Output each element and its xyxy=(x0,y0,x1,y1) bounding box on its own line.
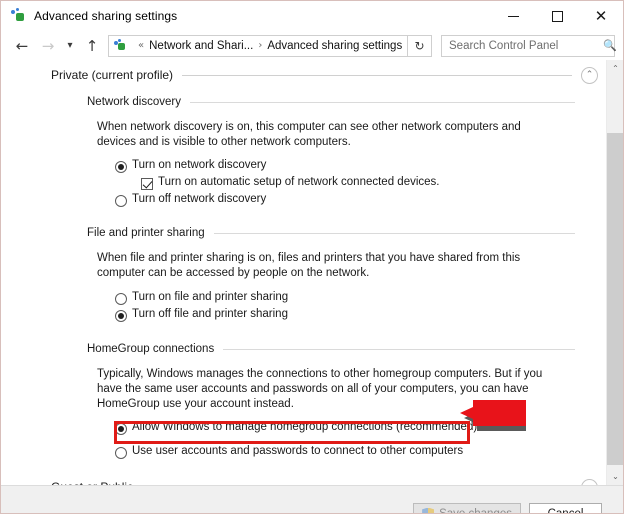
network-icon xyxy=(114,38,128,53)
up-button[interactable]: ↑ xyxy=(79,34,105,58)
vertical-scrollbar[interactable]: ⌃ ⌄ xyxy=(606,60,623,485)
cancel-label: Cancel xyxy=(547,508,584,514)
radio-indicator[interactable] xyxy=(115,293,127,305)
search-input[interactable] xyxy=(442,39,603,52)
radio-turn-off-file-and-printer-sharing[interactable]: Turn off file and printer sharing xyxy=(1,308,606,325)
radio-indicator[interactable] xyxy=(115,161,127,173)
radio-turn-on-file-and-printer-sharing[interactable]: Turn on file and printer sharing xyxy=(1,291,606,308)
advanced-sharing-settings-window: Advanced sharing settings ✕ ← → ▾ ↑ « Ne… xyxy=(0,0,624,514)
radio-indicator[interactable] xyxy=(115,447,127,459)
save-changes-label: Save changes xyxy=(439,508,512,514)
recent-locations-button[interactable]: ▾ xyxy=(61,34,79,58)
title-bar: Advanced sharing settings ✕ xyxy=(1,1,623,31)
minimize-button[interactable] xyxy=(491,1,535,31)
navigation-bar: ← → ▾ ↑ « Network and Shari... › Advance… xyxy=(1,31,623,60)
cancel-button[interactable]: Cancel xyxy=(529,502,602,514)
divider xyxy=(223,348,575,350)
minimize-icon xyxy=(507,15,519,17)
breadcrumb-item-network-and-sharing[interactable]: Network and Shari... xyxy=(149,40,253,52)
forward-button[interactable]: → xyxy=(35,34,61,58)
option-label: Turn off file and printer sharing xyxy=(132,308,288,320)
close-icon: ✕ xyxy=(594,6,608,25)
maximize-icon xyxy=(551,10,563,22)
divider xyxy=(189,101,575,103)
breadcrumb-prefix: « xyxy=(138,40,145,51)
option-label: Turn off network discovery xyxy=(132,193,267,205)
checkbox-indicator[interactable] xyxy=(141,178,153,190)
network-icon xyxy=(11,8,27,24)
search-box[interactable]: 🔍 xyxy=(441,34,617,57)
section-header-guest-or-public[interactable]: Guest or Public ⌄ xyxy=(1,476,606,485)
group-title: Network discovery xyxy=(87,96,181,108)
uac-shield-icon xyxy=(422,507,435,513)
search-icon: 🔍 xyxy=(603,39,617,52)
back-button[interactable]: ← xyxy=(9,34,35,58)
scroll-up-button[interactable]: ⌃ xyxy=(607,60,623,77)
group-header-homegroup-connections: HomeGroup connections xyxy=(1,338,606,360)
scrollbar-thumb[interactable] xyxy=(607,133,623,465)
radio-turn-off-network-discovery[interactable]: Turn off network discovery xyxy=(1,193,606,210)
checkbox-automatic-setup-of-network-connected-devices[interactable]: Turn on automatic setup of network conne… xyxy=(1,176,606,193)
group-title: HomeGroup connections xyxy=(87,343,215,355)
group-description-file-and-printer-sharing: When file and printer sharing is on, fil… xyxy=(97,252,521,279)
close-button[interactable]: ✕ xyxy=(579,1,623,31)
radio-indicator[interactable] xyxy=(115,310,127,322)
refresh-button[interactable]: ↻ xyxy=(408,34,432,57)
window-title: Advanced sharing settings xyxy=(34,9,178,23)
option-label: Turn on file and printer sharing xyxy=(132,291,289,303)
divider xyxy=(213,232,575,234)
divider xyxy=(182,74,572,76)
save-changes-button[interactable]: Save changes xyxy=(413,502,521,514)
section-title: Private (current profile) xyxy=(51,68,174,82)
option-label: Turn on automatic setup of network conne… xyxy=(158,176,440,188)
dialog-footer: Save changes Cancel wsxdn.com xyxy=(1,485,623,514)
option-label: Turn on network discovery xyxy=(132,159,267,171)
maximize-button[interactable] xyxy=(535,1,579,31)
content-area: Private (current profile) ⌃ Network disc… xyxy=(1,60,623,485)
radio-turn-on-network-discovery[interactable]: Turn on network discovery xyxy=(1,159,606,176)
group-title: File and printer sharing xyxy=(87,227,205,239)
group-description-network-discovery: When network discovery is on, this compu… xyxy=(97,121,521,148)
breadcrumb-item-advanced-sharing-settings[interactable]: Advanced sharing settings xyxy=(267,40,402,52)
radio-indicator[interactable] xyxy=(115,423,127,435)
radio-use-user-accounts-and-passwords[interactable]: Use user accounts and passwords to conne… xyxy=(1,445,606,462)
scroll-down-button[interactable]: ⌄ xyxy=(607,468,623,485)
refresh-icon: ↻ xyxy=(414,38,425,53)
chevron-up-icon[interactable]: ⌃ xyxy=(581,66,598,84)
group-header-file-and-printer-sharing: File and printer sharing xyxy=(1,222,606,244)
radio-indicator[interactable] xyxy=(115,195,127,207)
option-label: Use user accounts and passwords to conne… xyxy=(132,445,464,457)
section-header-private[interactable]: Private (current profile) ⌃ xyxy=(1,64,606,86)
breadcrumb-separator: › xyxy=(258,40,263,51)
option-label: Allow Windows to manage homegroup connec… xyxy=(132,421,478,433)
group-header-network-discovery: Network discovery xyxy=(1,91,606,113)
address-bar[interactable]: « Network and Shari... › Advanced sharin… xyxy=(108,34,414,57)
annotation-arrow-icon xyxy=(460,400,526,431)
